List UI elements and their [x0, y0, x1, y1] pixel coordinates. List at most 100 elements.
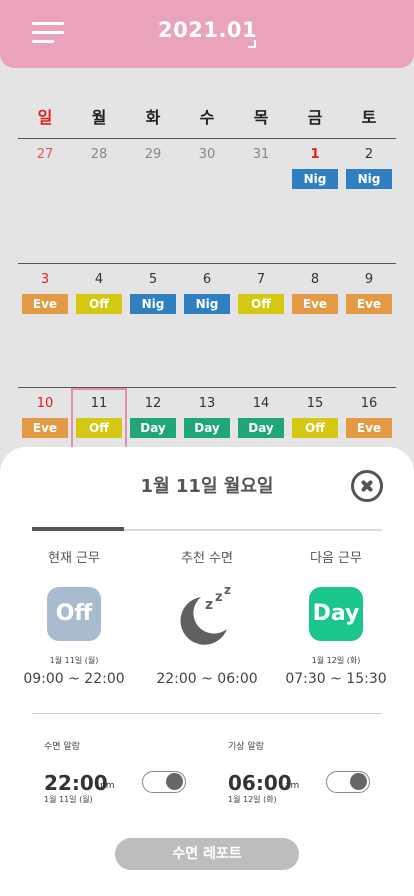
day-number: 15 — [306, 396, 324, 411]
menu-icon[interactable] — [32, 20, 64, 46]
day-cell[interactable]: 5 Nig — [126, 265, 180, 335]
shift-badge: Eve — [292, 294, 338, 314]
day-cell[interactable]: 2 Nig — [342, 140, 396, 210]
week-divider — [18, 387, 396, 388]
next-shift-label: 다음 근무 — [310, 551, 362, 566]
week-divider — [18, 138, 396, 139]
weekday-wed: 수 — [199, 108, 215, 127]
day-cell[interactable]: 4 Off — [72, 265, 126, 335]
shift-badge: Nig — [130, 294, 176, 314]
day-cell[interactable]: 29 — [126, 140, 180, 210]
shift-badge: Day — [184, 418, 230, 438]
day-cell[interactable]: 30 — [180, 140, 234, 210]
sleep-report-button[interactable]: 수면 레포트 — [115, 838, 299, 870]
day-cell[interactable]: 3 Eve — [18, 265, 72, 335]
wake-alarm-label: 기상 알람 — [228, 742, 264, 752]
day-cell[interactable]: 8 Eve — [288, 265, 342, 335]
day-cell[interactable]: 7 Off — [234, 265, 288, 335]
day-number: 5 — [148, 272, 158, 287]
sleep-alarm-date: 1월 11일 (월) — [44, 795, 93, 804]
next-shift-time: 07:30 ~ 15:30 — [285, 671, 387, 687]
sleep-alarm-time[interactable]: 22:00 — [44, 771, 108, 795]
current-shift-date: 1월 11일 (월) — [49, 656, 99, 665]
wake-alarm-toggle[interactable] — [326, 771, 370, 793]
sleep-alarm: 수면 알람 22:00 pm 1월 11일 (월) — [44, 739, 214, 809]
next-shift-column: 다음 근무 Day 1월 12일 (화) 07:30 ~ 15:30 — [276, 547, 396, 687]
sleep-alarm-toggle[interactable] — [142, 771, 186, 793]
day-number: 29 — [144, 147, 162, 162]
moon-zzz-icon: z z z — [180, 585, 231, 645]
day-cell[interactable]: 27 — [18, 140, 72, 210]
day-number: 16 — [360, 396, 378, 411]
svg-text:z: z — [224, 585, 231, 597]
shift-badge: Nig — [184, 294, 230, 314]
day-cell[interactable]: 6 Nig — [180, 265, 234, 335]
week-row-2: 3 Eve 4 Off 5 Nig 6 Nig 7 Off 8 Eve 9 Eve — [18, 265, 396, 335]
day-detail-sheet: 1월 11일 월요일 현재 근무 Off 1월 11일 (월) 09:00 ~ … — [0, 447, 414, 896]
close-icon[interactable] — [351, 470, 383, 502]
shift-badge: Day — [238, 418, 284, 438]
recommended-sleep-label: 추천 수면 — [181, 551, 233, 566]
shift-badge: Eve — [22, 294, 68, 314]
calendar-screen: 2021.01 일 월 화 수 목 금 토 27 28 29 30 31 1 Ni… — [0, 0, 414, 896]
day-number: 27 — [36, 147, 54, 162]
day-number: 10 — [36, 396, 54, 411]
day-number: 13 — [198, 396, 216, 411]
day-cell[interactable]: 31 — [234, 140, 288, 210]
next-shift-date: 1월 12일 (화) — [311, 656, 361, 665]
svg-text:z: z — [215, 590, 223, 605]
sleep-alarm-ampm: pm — [100, 781, 115, 791]
recommended-sleep-column: 추천 수면 z z z 22:00 ~ 06:00 — [147, 547, 267, 687]
recommended-sleep-time: 22:00 ~ 06:00 — [156, 671, 258, 687]
current-shift-badge: Off — [47, 587, 101, 641]
day-number: 3 — [40, 272, 50, 287]
shift-badge: Off — [292, 418, 338, 438]
day-cell[interactable]: 1 Nig — [288, 140, 342, 210]
day-number: 4 — [94, 272, 104, 287]
day-number: 31 — [252, 147, 270, 162]
sheet-tab-indicator[interactable] — [32, 527, 124, 531]
day-cell[interactable]: 28 — [72, 140, 126, 210]
shift-badge: Off — [238, 294, 284, 314]
svg-text:z: z — [205, 597, 213, 613]
weekday-sun: 일 — [37, 108, 53, 127]
day-number: 11 — [90, 396, 108, 411]
current-shift-label: 현재 근무 — [48, 551, 100, 566]
wake-alarm-date: 1월 12일 (화) — [228, 795, 277, 804]
wake-alarm-time[interactable]: 06:00 — [228, 771, 292, 795]
weekday-tue: 화 — [145, 108, 161, 127]
shift-badge: Nig — [292, 169, 338, 189]
weekday-mon: 월 — [91, 108, 107, 127]
week-divider — [18, 263, 396, 264]
day-cell-selected[interactable]: 11 Off — [71, 388, 127, 450]
day-number: 1 — [310, 147, 320, 162]
day-number: 12 — [144, 396, 162, 411]
day-cell[interactable]: 9 Eve — [342, 265, 396, 335]
day-number: 30 — [198, 147, 216, 162]
day-number: 14 — [252, 396, 270, 411]
sheet-divider — [32, 713, 382, 714]
weekday-header: 일 월 화 수 목 금 토 — [18, 104, 396, 128]
shift-badge: Eve — [346, 418, 392, 438]
day-number: 7 — [256, 272, 266, 287]
corner-mark-icon — [248, 40, 256, 48]
day-number: 28 — [90, 147, 108, 162]
shift-badge: Day — [130, 418, 176, 438]
weekday-sat: 토 — [361, 108, 377, 127]
sleep-alarm-label: 수면 알람 — [44, 742, 80, 752]
day-number: 9 — [364, 272, 374, 287]
day-number: 8 — [310, 272, 320, 287]
current-shift-column: 현재 근무 Off 1월 11일 (월) 09:00 ~ 22:00 — [14, 547, 134, 687]
month-title[interactable]: 2021.01 — [158, 18, 257, 42]
day-number: 6 — [202, 272, 212, 287]
wake-alarm: 기상 알람 06:00 am 1월 12일 (화) — [228, 739, 398, 809]
shift-badge: Off — [76, 294, 122, 314]
app-header: 2021.01 — [0, 0, 414, 68]
shift-badge: Eve — [22, 418, 68, 438]
current-shift-time: 09:00 ~ 22:00 — [23, 671, 125, 687]
next-shift-badge: Day — [309, 587, 363, 641]
weekday-thu: 목 — [253, 108, 269, 127]
weekday-fri: 금 — [307, 108, 323, 127]
wake-alarm-ampm: am — [285, 781, 300, 791]
week-row-1: 27 28 29 30 31 1 Nig 2 Nig — [18, 140, 396, 210]
